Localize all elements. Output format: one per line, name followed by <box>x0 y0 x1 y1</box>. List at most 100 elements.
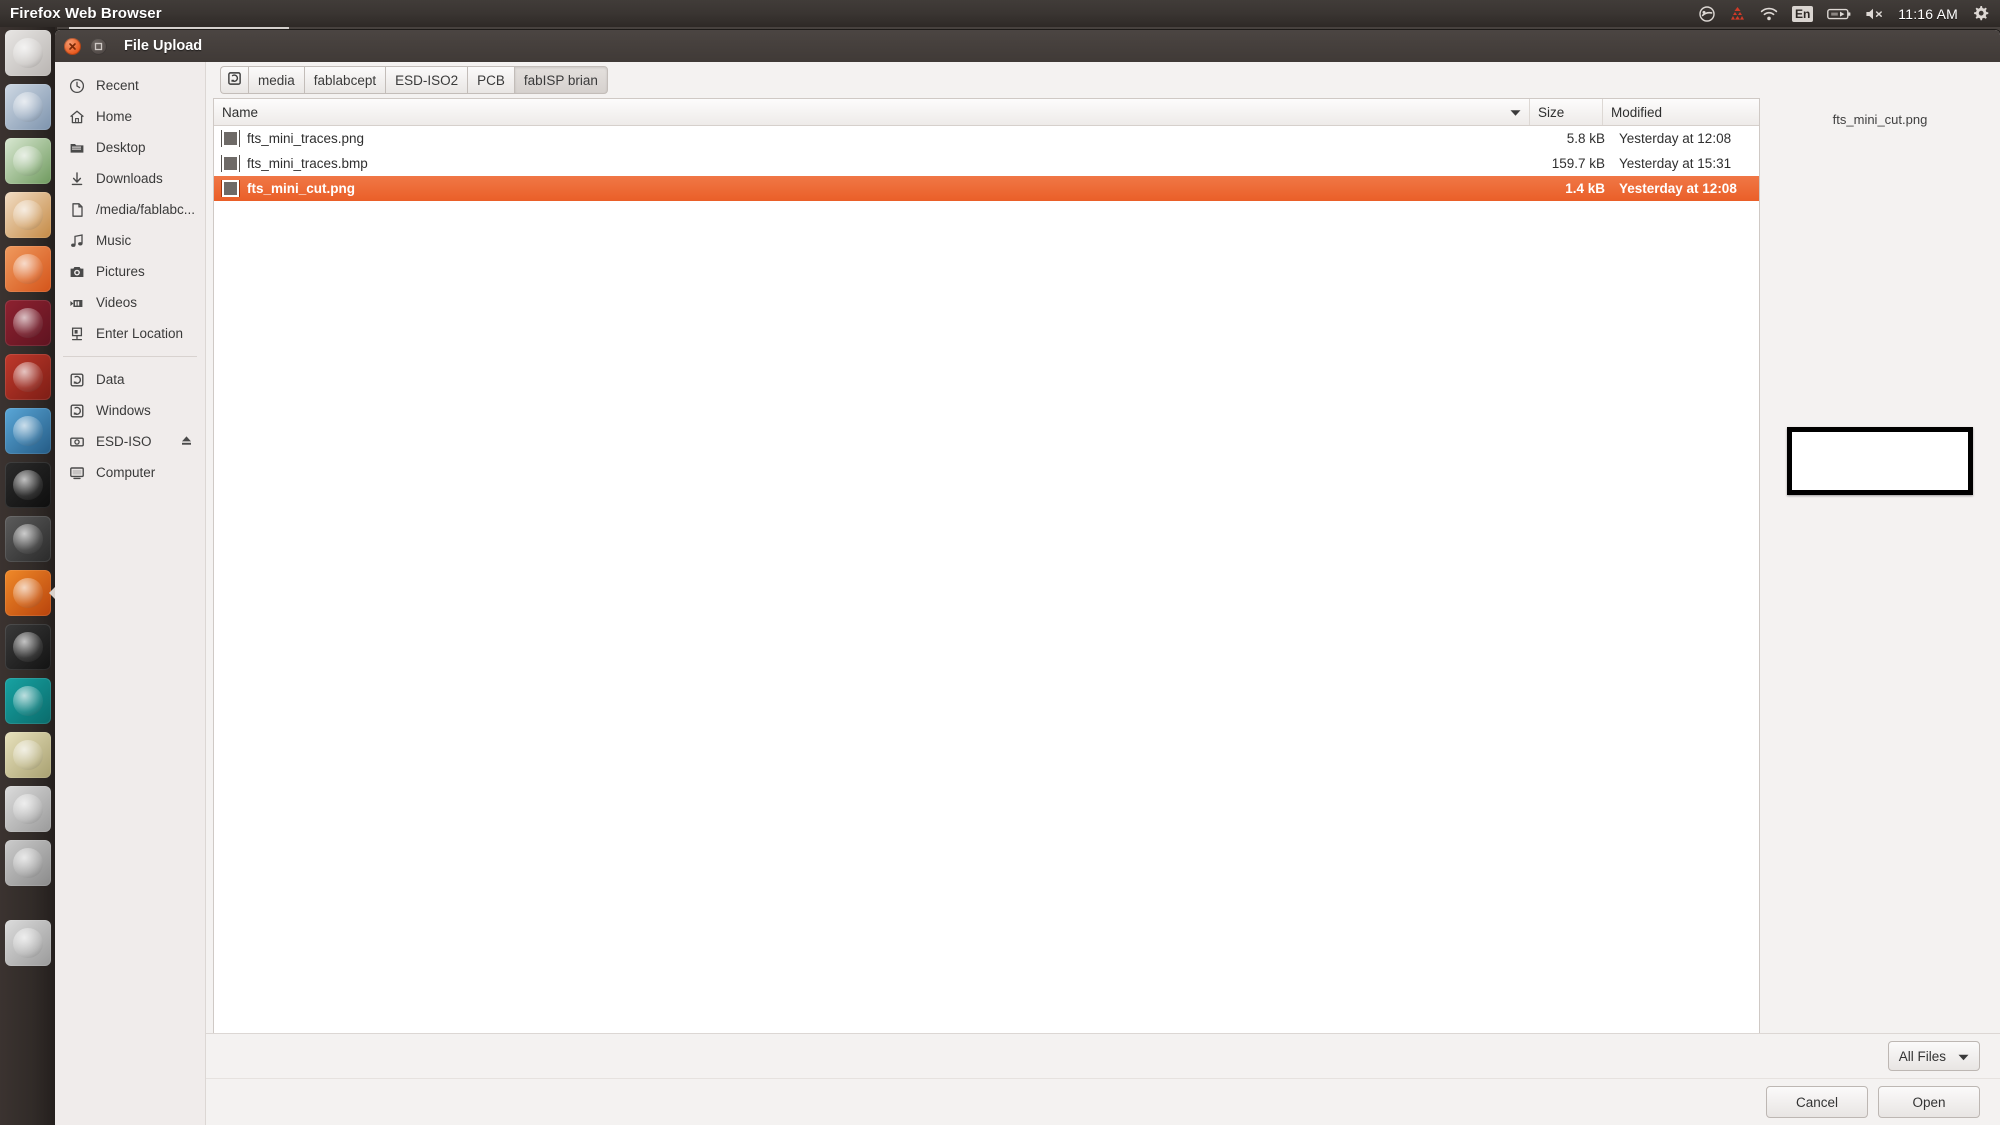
drive-icon <box>68 402 85 419</box>
close-icon[interactable] <box>64 37 81 55</box>
file-upload-dialog: File Upload Recent Home Desktop Download… <box>55 30 2000 1125</box>
sidebar-item-videos[interactable]: Videos <box>55 287 205 318</box>
libreoffice-impress-icon <box>13 200 43 230</box>
sync-icon[interactable] <box>1699 5 1715 22</box>
launcher-item-files-nautilus[interactable] <box>5 84 51 130</box>
launcher-item-firefox[interactable] <box>5 570 51 616</box>
dialog-action-bar: Cancel Open <box>206 1078 2000 1125</box>
file-size-cell: 5.8 kB <box>1566 131 1605 146</box>
launcher-item-terminal[interactable] <box>5 462 51 508</box>
arduino-icon <box>13 686 43 716</box>
sidebar-item-recent[interactable]: Recent <box>55 70 205 101</box>
breadcrumb-esd-iso2[interactable]: ESD-ISO2 <box>385 66 468 94</box>
battery-icon[interactable] <box>1827 7 1851 21</box>
download-icon <box>68 170 85 187</box>
sidebar-item-label: /media/fablabc... <box>96 202 196 217</box>
launcher-item-inkscape[interactable] <box>5 624 51 670</box>
firefox-icon <box>13 578 43 608</box>
file-name-cell: fts_mini_traces.png <box>214 130 1549 147</box>
sidebar-item-label: Computer <box>96 465 156 480</box>
unity-launcher[interactable] <box>0 27 55 1125</box>
sidebar-item-label: Downloads <box>96 171 163 186</box>
sidebar-item-data[interactable]: Data <box>55 364 205 395</box>
dropbox-icon[interactable] <box>1729 6 1746 21</box>
launcher-item-libreoffice-impress[interactable] <box>5 192 51 238</box>
launcher-item-drive-harddisk[interactable] <box>5 786 51 832</box>
file-type-filter-select[interactable]: All Files <box>1887 1041 1980 1071</box>
dialog-body: Recent Home Desktop Downloads /media/fab… <box>55 62 2000 1125</box>
system-tray: En 11:16 AM <box>1699 5 2000 22</box>
sidebar-item-label: Pictures <box>96 264 145 279</box>
dash-home-icon <box>13 38 43 68</box>
gimp-icon <box>13 524 43 554</box>
breadcrumb-media[interactable]: media <box>248 66 304 94</box>
keyboard-layout-indicator[interactable]: En <box>1791 5 1814 22</box>
image-file-icon <box>222 155 239 172</box>
volume-muted-icon[interactable] <box>1865 7 1884 21</box>
launcher-item-kicad[interactable] <box>5 354 51 400</box>
preview-filename: fts_mini_cut.png <box>1832 112 1928 127</box>
sidebar-item-label: Home <box>96 109 133 124</box>
column-header-size[interactable]: Size <box>1529 99 1602 125</box>
table-row[interactable]: fts_mini_traces.bmp 159.7 kB Yesterday a… <box>214 151 1759 176</box>
breadcrumb-pcb[interactable]: PCB <box>467 66 514 94</box>
file-size-cell: 1.4 kB <box>1565 181 1605 196</box>
launcher-item-drive-removable[interactable] <box>5 840 51 886</box>
launcher-item-ubuntu-software-center[interactable] <box>5 246 51 292</box>
sidebar-item-music[interactable]: Music <box>55 225 205 256</box>
system-gear-icon[interactable] <box>1972 5 1989 22</box>
places-sidebar: Recent Home Desktop Downloads /media/fab… <box>55 62 206 1125</box>
sidebar-item-media-mount[interactable]: /media/fablabc... <box>55 194 205 225</box>
image-file-icon <box>222 180 239 197</box>
launcher-item-dash-home[interactable] <box>5 30 51 76</box>
minimize-icon[interactable] <box>90 37 107 55</box>
files-nautilus-icon <box>13 92 43 122</box>
sidebar-item-windows[interactable]: Windows <box>55 395 205 426</box>
launcher-item-archive-manager[interactable] <box>5 300 51 346</box>
video-camera-icon <box>68 294 85 311</box>
eject-icon[interactable] <box>180 434 193 450</box>
open-button[interactable]: Open <box>1878 1086 1980 1118</box>
launcher-item-gimp[interactable] <box>5 516 51 562</box>
breadcrumb-fabisp-brian[interactable]: fabISP brian <box>513 66 608 94</box>
home-icon <box>68 108 85 125</box>
cancel-button[interactable]: Cancel <box>1766 1086 1868 1118</box>
table-row[interactable]: fts_mini_traces.png 5.8 kB Yesterday at … <box>214 126 1759 151</box>
file-chooser-main: media fablabcept ESD-ISO2 PCB fabISP bri… <box>206 62 2000 1125</box>
desktop-folder-icon <box>68 139 85 156</box>
sidebar-item-esd-iso[interactable]: ESD-ISO <box>55 426 205 457</box>
sidebar-item-desktop[interactable]: Desktop <box>55 132 205 163</box>
file-list: Name Size Modified fts_mini_traces.png 5… <box>213 98 1760 1033</box>
column-header-name[interactable]: Name <box>214 99 1529 125</box>
launcher-item-trash[interactable] <box>5 920 51 966</box>
breadcrumb-root-button[interactable] <box>220 66 248 94</box>
launcher-active-arrow-icon <box>49 587 55 599</box>
sidebar-item-home[interactable]: Home <box>55 101 205 132</box>
computer-icon <box>68 464 85 481</box>
preview-image <box>1787 427 1973 495</box>
launcher-item-pidgin[interactable] <box>5 408 51 454</box>
file-name-cell: fts_mini_cut.png <box>214 180 1549 197</box>
launcher-item-libreoffice-calc[interactable] <box>5 138 51 184</box>
file-name-cell: fts_mini_traces.bmp <box>214 155 1549 172</box>
sidebar-divider <box>63 356 197 357</box>
launcher-item-image-viewer[interactable] <box>5 732 51 778</box>
table-row[interactable]: fts_mini_cut.png 1.4 kB Yesterday at 12:… <box>214 176 1759 201</box>
filter-label: All Files <box>1898 1048 1946 1064</box>
sidebar-item-label: Desktop <box>96 140 146 155</box>
wifi-icon[interactable] <box>1760 7 1778 21</box>
preview-pane: fts_mini_cut.png <box>1760 98 2000 1033</box>
music-note-icon <box>68 232 85 249</box>
sidebar-item-computer[interactable]: Computer <box>55 457 205 488</box>
column-header-modified[interactable]: Modified <box>1602 99 1759 125</box>
image-file-icon <box>222 130 239 147</box>
sidebar-item-pictures[interactable]: Pictures <box>55 256 205 287</box>
dialog-titlebar[interactable]: File Upload <box>55 30 2000 62</box>
sidebar-item-label: Enter Location <box>96 326 184 341</box>
sidebar-item-enter-location[interactable]: Enter Location <box>55 318 205 349</box>
clock[interactable]: 11:16 AM <box>1898 6 1958 22</box>
file-area: Name Size Modified fts_mini_traces.png 5… <box>206 98 2000 1033</box>
launcher-item-arduino[interactable] <box>5 678 51 724</box>
breadcrumb-fablabcept[interactable]: fablabcept <box>303 66 386 94</box>
sidebar-item-downloads[interactable]: Downloads <box>55 163 205 194</box>
